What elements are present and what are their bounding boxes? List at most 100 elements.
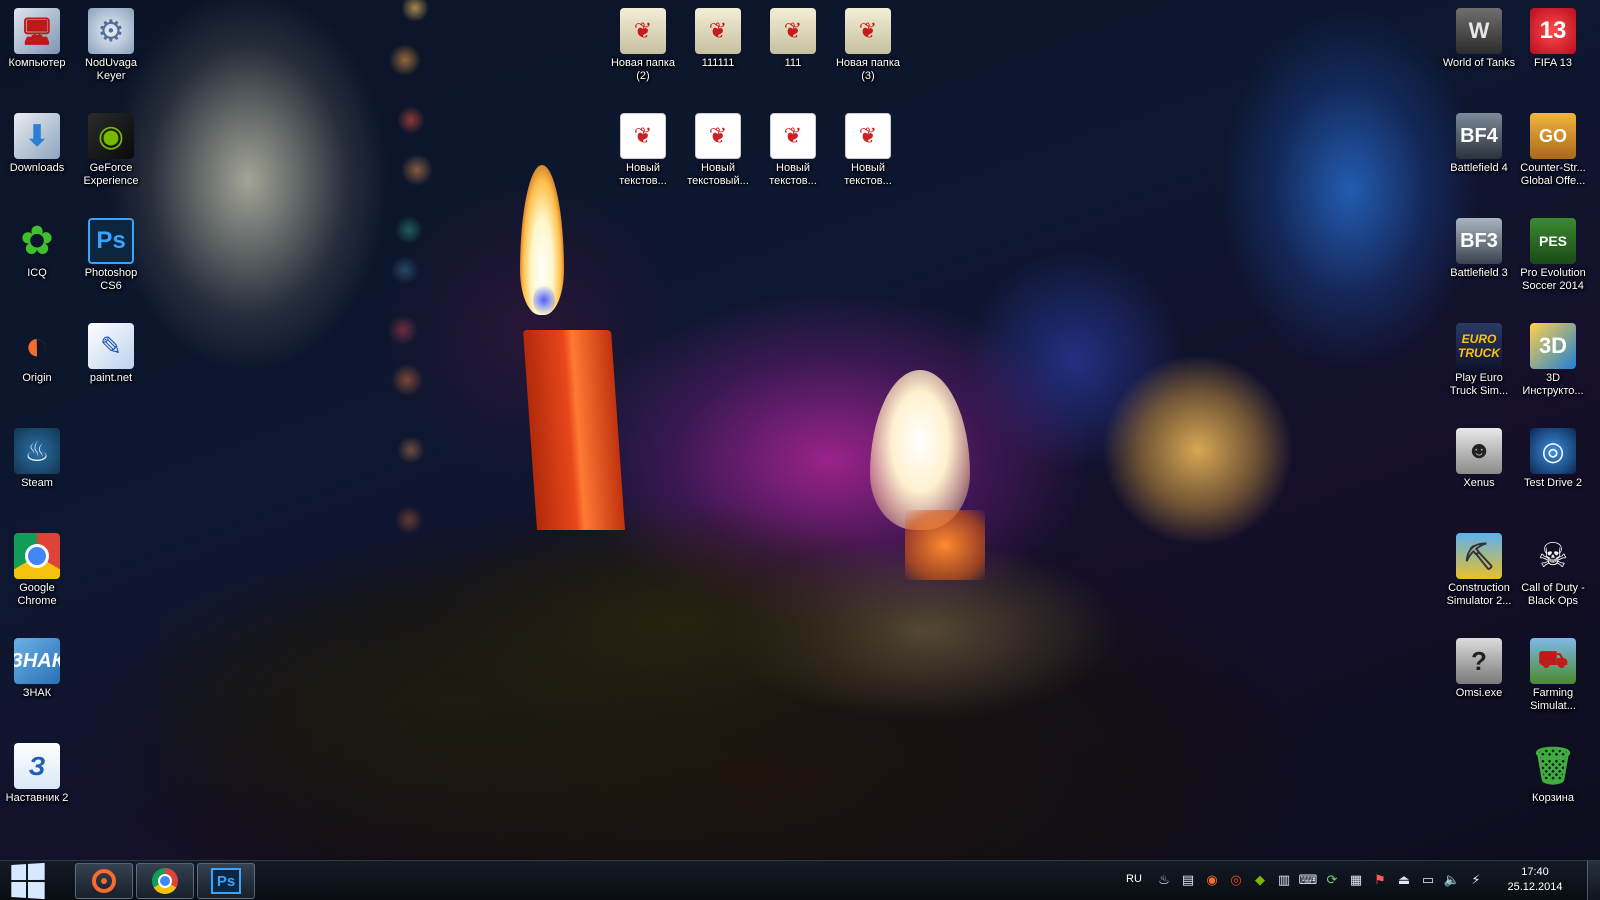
desktop-icon-battlefield-3[interactable]: BF3 Battlefield 3: [1442, 218, 1516, 280]
desktop-icon-omsi[interactable]: ? Omsi.exe: [1442, 638, 1516, 700]
desktop-icon-xenus[interactable]: ☻ Xenus: [1442, 428, 1516, 490]
desktop-icon-text-doc-3[interactable]: ❦ Новый текстов...: [756, 113, 830, 188]
start-button[interactable]: [4, 862, 50, 900]
volume-tray-icon[interactable]: 🔈: [1443, 871, 1461, 889]
desktop-icon-folder-111111[interactable]: ❦ 111111: [681, 8, 755, 70]
nvidia-icon: ◉: [88, 113, 134, 159]
windows-logo-icon: [11, 862, 45, 900]
icon-label: paint.net: [89, 372, 133, 384]
desktop-icon-geforce[interactable]: ◉ GeForce Experience: [74, 113, 148, 188]
computer-icon: 🖥: [14, 8, 60, 54]
downloads-folder-icon: ⬇: [14, 113, 60, 159]
usb-tray-icon[interactable]: ⏏: [1395, 871, 1413, 889]
icon-label: Новая папка (2): [610, 57, 676, 82]
desktop-icon-csgo[interactable]: GO Counter-Str... Global Offe...: [1516, 113, 1590, 188]
origin-tray-icon[interactable]: ◉: [1203, 871, 1221, 889]
text-document-icon: ❦: [770, 113, 816, 159]
icon-label: ICQ: [27, 267, 47, 279]
desktop-icon-battlefield-4[interactable]: BF4 Battlefield 4: [1442, 113, 1516, 175]
wallpaper-candle-glow: [870, 370, 970, 530]
desktop-icon-text-doc-2[interactable]: ❦ Новый текстовый...: [681, 113, 755, 188]
desktop-icon-steam[interactable]: ♨ Steam: [0, 428, 74, 490]
desktop-icon-construction-simulator[interactable]: ⛏ Construction Simulator 2...: [1442, 533, 1516, 608]
desktop-icon-text-doc-4[interactable]: ❦ Новый текстов...: [831, 113, 905, 188]
desktop-icon-computer[interactable]: 🖥 Компьютер: [0, 8, 74, 70]
icon-label: FIFA 13: [1534, 57, 1572, 69]
printer-tray-icon[interactable]: ▦: [1347, 871, 1365, 889]
crane-icon: ⛏: [1456, 533, 1502, 579]
folder-icon: ❦: [770, 8, 816, 54]
text-document-icon: ❦: [845, 113, 891, 159]
icon-label: Downloads: [9, 162, 65, 174]
network-tray-icon[interactable]: ▤: [1179, 871, 1197, 889]
desktop-icon-3d-instructor[interactable]: 3D 3D Инструкто...: [1516, 323, 1590, 398]
recycle-bin-icon: 🗑: [1530, 745, 1576, 786]
monitor-tray-icon[interactable]: ▥: [1275, 871, 1293, 889]
icon-label: Корзина: [1532, 792, 1574, 804]
desktop-icon-world-of-tanks[interactable]: W World of Tanks: [1442, 8, 1516, 70]
taskbar-origin-button[interactable]: [75, 863, 133, 899]
system-tray: ♨ ▤ ◉ ◎ ◆ ▥ ⌨ ⟳ ▦ ⚑ ⏏ ▭ 🔈 ⚡: [1155, 871, 1485, 889]
desktop-icon-test-drive-2[interactable]: ◎ Test Drive 2: [1516, 428, 1590, 490]
display-tray-icon[interactable]: ▭: [1419, 871, 1437, 889]
icon-label: Новый текстов...: [844, 162, 892, 187]
taskbar[interactable]: Ps RU ♨ ▤ ◉ ◎ ◆ ▥ ⌨ ⟳ ▦ ⚑ ⏏ ▭ 🔈 ⚡ 17:40 …: [0, 860, 1600, 900]
text-document-icon: ❦: [620, 113, 666, 159]
sync-tray-icon[interactable]: ⟳: [1323, 871, 1341, 889]
3d-instructor-icon: 3D: [1530, 323, 1576, 369]
clock[interactable]: 17:40 25.12.2014: [1500, 865, 1570, 895]
desktop-icon-paint-net[interactable]: ✎ paint.net: [74, 323, 148, 385]
desktop-icon-znak[interactable]: ЗНАК ЗНАК: [0, 638, 74, 700]
icon-label: Photoshop CS6: [84, 267, 138, 292]
desktop-icon-farming-simulator[interactable]: ⛟ Farming Simulat...: [1516, 638, 1590, 713]
antivirus-tray-icon[interactable]: ◎: [1227, 871, 1245, 889]
desktop-icon-chrome[interactable]: Google Chrome: [0, 533, 74, 608]
clock-time: 17:40: [1521, 866, 1549, 878]
icon-label: Play Euro Truck Sim...: [1449, 372, 1509, 397]
power-tray-icon[interactable]: ⚡: [1467, 871, 1485, 889]
desktop-icon-call-of-duty[interactable]: ☠ Call of Duty - Black Ops: [1516, 533, 1590, 608]
desktop-icon-pes-2014[interactable]: PES Pro Evolution Soccer 2014: [1516, 218, 1590, 293]
desktop-icon-text-doc-1[interactable]: ❦ Новый текстов...: [606, 113, 680, 188]
taskbar-chrome-button[interactable]: [136, 863, 194, 899]
icon-label: 3D Инструкто...: [1522, 372, 1584, 397]
origin-icon: [92, 869, 116, 893]
csgo-icon: GO: [1530, 113, 1576, 159]
wallpaper-candle: [523, 330, 625, 530]
desktop-icon-origin[interactable]: ◐ Origin: [0, 323, 74, 385]
taskbar-photoshop-button[interactable]: Ps: [197, 863, 255, 899]
desktop-icon-noduvaga-keyer[interactable]: ⚙ NodUvaga Keyer: [74, 8, 148, 83]
icon-label: Steam: [21, 477, 53, 489]
icon-label: Xenus: [1463, 477, 1495, 489]
steam-icon: ♨: [14, 428, 60, 474]
paint-net-icon: ✎: [88, 323, 134, 369]
chrome-icon: [14, 533, 60, 579]
desktop-icon-new-folder-3[interactable]: ❦ Новая папка (3): [831, 8, 905, 83]
keyboard-tray-icon[interactable]: ⌨: [1299, 871, 1318, 889]
wallpaper-lights: [375, 0, 445, 600]
desktop-icon-icq[interactable]: ✿ ICQ: [0, 218, 74, 280]
icon-label: Новый текстов...: [769, 162, 817, 187]
desktop-icon-euro-truck[interactable]: EURO TRUCK Play Euro Truck Sim...: [1442, 323, 1516, 398]
desktop-icon-new-folder-2[interactable]: ❦ Новая папка (2): [606, 8, 680, 83]
show-desktop-button[interactable]: [1587, 861, 1600, 900]
icon-label: GeForce Experience: [83, 162, 139, 187]
photoshop-icon: Ps: [211, 868, 241, 894]
desktop-icon-folder-111[interactable]: ❦ 111: [756, 8, 830, 70]
desktop-icon-photoshop[interactable]: Ps Photoshop CS6: [74, 218, 148, 293]
desktop-icon-nastavnik[interactable]: З Наставник 2: [0, 743, 74, 805]
desktop-icon-downloads[interactable]: ⬇ Downloads: [0, 113, 74, 175]
kursy-icon: З: [14, 743, 60, 789]
icon-label: Call of Duty - Black Ops: [1521, 582, 1585, 607]
test-drive-icon: ◎: [1530, 428, 1576, 474]
language-indicator[interactable]: RU: [1126, 873, 1142, 885]
desktop[interactable]: 🖥 Компьютер ⚙ NodUvaga Keyer ⬇ Downloads…: [0, 0, 1600, 900]
gear-icon: ⚙: [88, 8, 134, 54]
znak-icon: ЗНАК: [14, 638, 60, 684]
origin-icon: ◐: [24, 323, 50, 368]
steam-tray-icon[interactable]: ♨: [1155, 871, 1173, 889]
desktop-icon-fifa-13[interactable]: 13 FIFA 13: [1516, 8, 1590, 70]
desktop-icon-recycle-bin[interactable]: 🗑 Корзина: [1516, 743, 1590, 805]
nvidia-tray-icon[interactable]: ◆: [1251, 871, 1269, 889]
action-center-tray-icon[interactable]: ⚑: [1371, 871, 1389, 889]
